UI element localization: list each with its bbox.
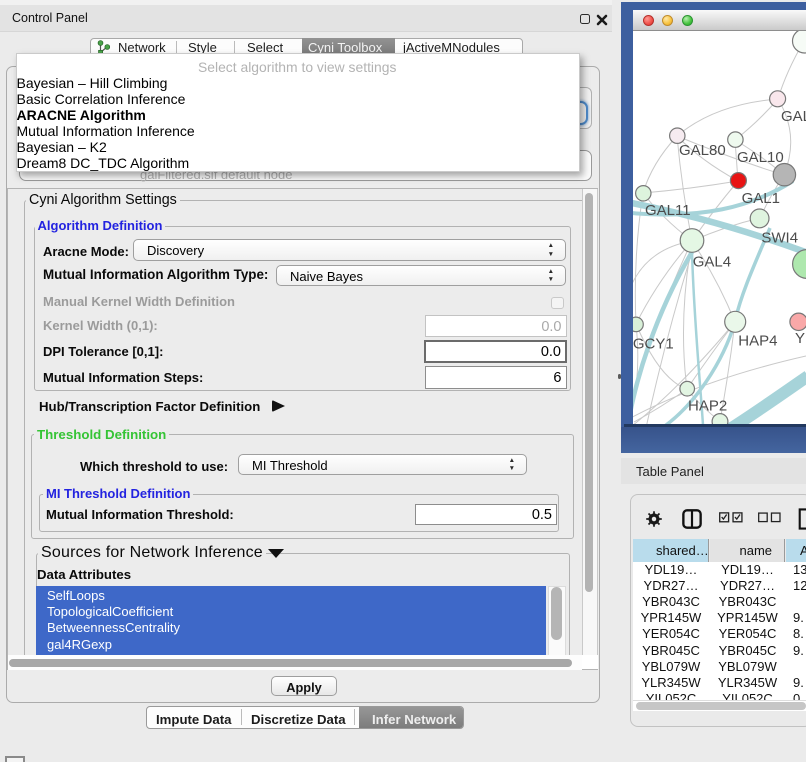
svg-text:GAL11: GAL11	[645, 202, 691, 219]
svg-text:HAP2: HAP2	[688, 397, 727, 414]
svg-text:HAP4: HAP4	[738, 333, 777, 350]
svg-text:GAL4: GAL4	[693, 253, 731, 270]
svg-text:Y: Y	[795, 330, 805, 347]
svg-text:GCY1: GCY1	[633, 336, 674, 353]
svg-text:GAL: GAL	[781, 108, 806, 125]
svg-text:GAL10: GAL10	[737, 149, 784, 166]
svg-text:GAL1: GAL1	[742, 190, 780, 207]
svg-text:GAL80: GAL80	[679, 142, 726, 159]
svg-text:SWI4: SWI4	[761, 230, 798, 247]
